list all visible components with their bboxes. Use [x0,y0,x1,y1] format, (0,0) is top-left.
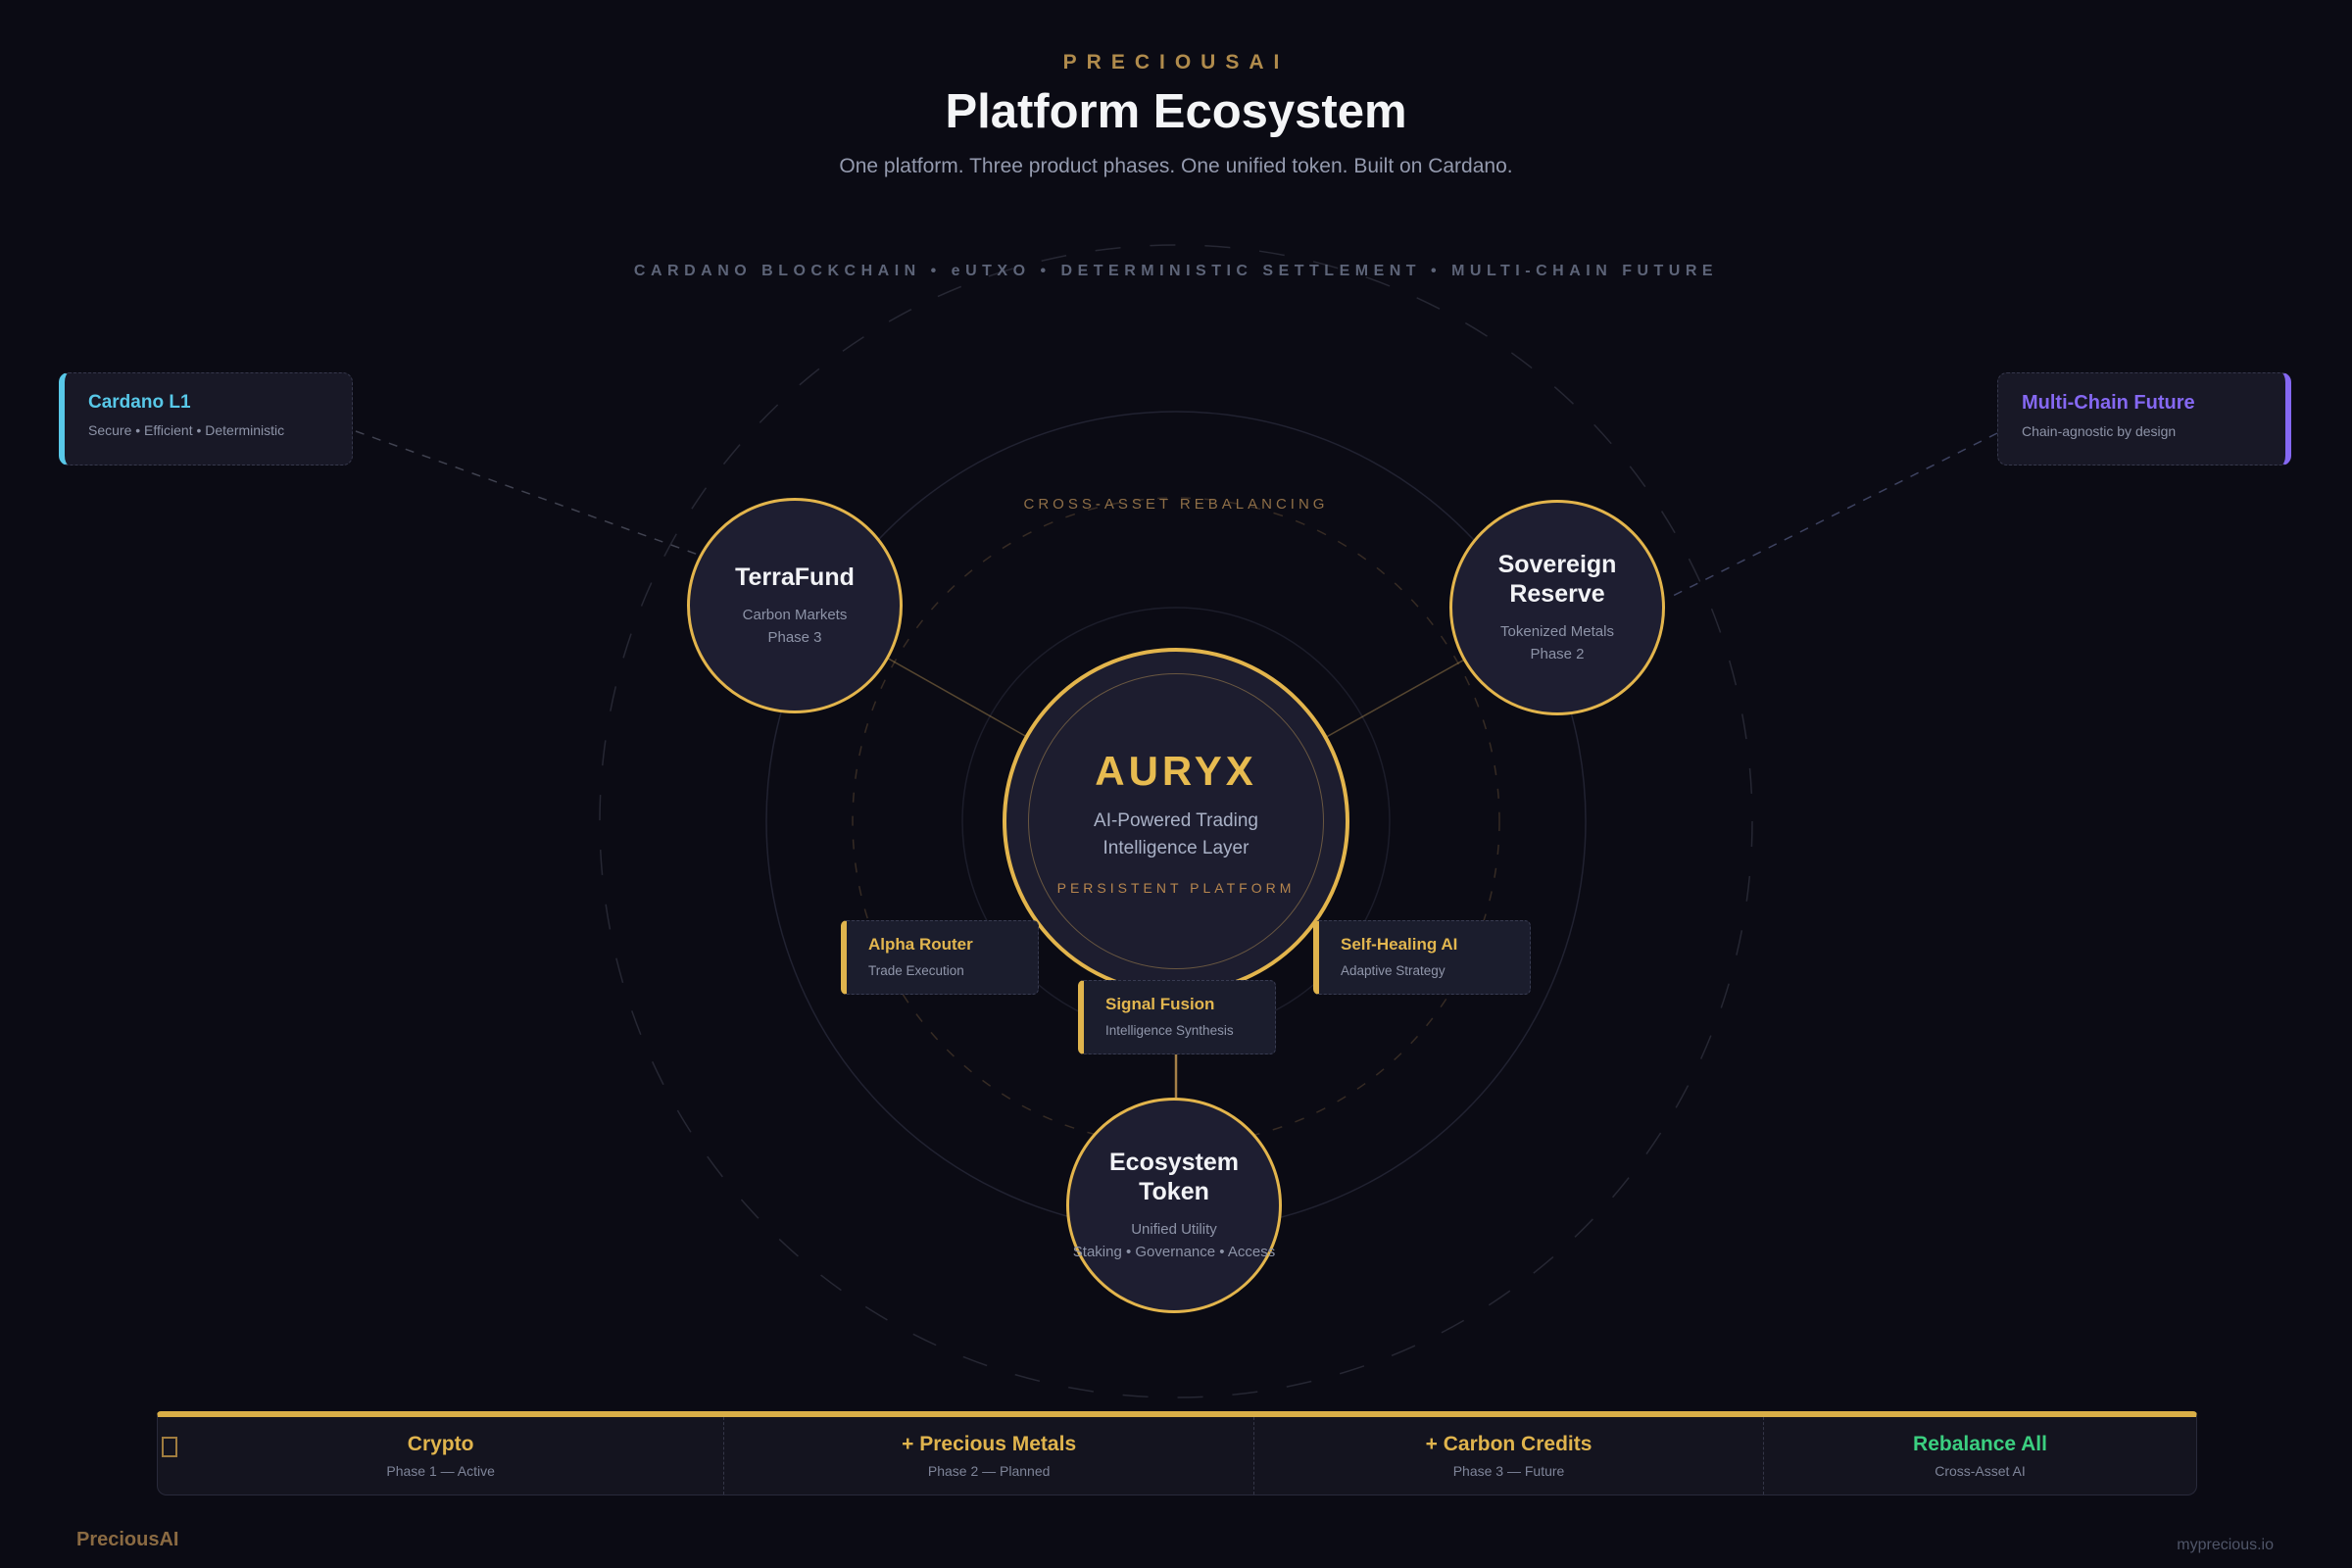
cardano-l1-title: Cardano L1 [88,392,328,414]
phase-crypto[interactable]: Crypto Phase 1 — Active [158,1417,724,1494]
self-healing-ai-title: Self-Healing AI [1341,935,1530,955]
alpha-router-card[interactable]: Alpha Router Trade Execution [841,920,1039,995]
page-subtitle: One platform. Three product phases. One … [0,155,2352,178]
phase-rebalance-all-status: Cross-Asset AI [1935,1463,2026,1479]
auryx-name: AURYX [1095,748,1256,795]
sovereign-reserve-name: Sovereign Reserve [1477,550,1639,610]
phase-crypto-status: Phase 1 — Active [386,1463,495,1479]
self-healing-ai-card[interactable]: Self-Healing AI Adaptive Strategy [1313,920,1531,995]
phase-precious-metals-status: Phase 2 — Planned [928,1463,1051,1479]
connector-cardano-terrafund [356,431,704,557]
ecosystem-token-name: Ecosystem Token [1094,1148,1255,1207]
brand-label: PRECIOUSAI [0,51,2352,74]
signal-fusion-subtitle: Intelligence Synthesis [1105,1023,1275,1038]
phase-precious-metals-label: + Precious Metals [902,1433,1076,1456]
platform-ecosystem-diagram: PRECIOUSAI Platform Ecosystem One platfo… [0,0,2352,1568]
phase-carbon-credits-status: Phase 3 — Future [1453,1463,1565,1479]
alpha-router-subtitle: Trade Execution [868,963,1038,978]
auryx-center-node[interactable]: AURYX AI-Powered Trading Intelligence La… [1003,648,1349,995]
terrafund-sub: Carbon Markets Phase 3 [743,604,848,650]
phase-rebalance-all-label: Rebalance All [1913,1433,2047,1456]
cardano-l1-subtitle: Secure • Efficient • Deterministic [88,422,328,438]
terrafund-node[interactable]: TerraFund Carbon Markets Phase 3 [687,498,903,713]
blockchain-tagline: CARDANO BLOCKCHAIN • eUTXO • DETERMINIST… [0,263,2352,280]
alpha-router-title: Alpha Router [868,935,1038,955]
auryx-description: AI-Powered Trading Intelligence Layer [1094,808,1258,863]
ecosystem-token-node[interactable]: Ecosystem Token Unified Utility Staking … [1066,1098,1282,1313]
footer-site: myprecious.io [2177,1537,2274,1554]
phase-carbon-credits[interactable]: + Carbon Credits Phase 3 — Future [1254,1417,1764,1494]
persistent-platform-badge: PERSISTENT PLATFORM [1057,880,1296,896]
page-title: Platform Ecosystem [0,84,2352,139]
cardano-l1-card[interactable]: Cardano L1 Secure • Efficient • Determin… [59,372,353,466]
sovereign-reserve-node[interactable]: Sovereign Reserve Tokenized Metals Phase… [1449,500,1665,715]
phase-timeline-bar: Crypto Phase 1 — Active + Precious Metal… [157,1411,2197,1495]
multichain-future-card[interactable]: Multi-Chain Future Chain-agnostic by des… [1997,372,2291,466]
footer-brand: PreciousAI [76,1529,178,1551]
sovereign-reserve-sub: Tokenized Metals Phase 2 [1500,620,1614,666]
terrafund-name: TerraFund [735,563,855,593]
ecosystem-token-sub: Unified Utility Staking • Governance • A… [1073,1218,1275,1264]
self-healing-ai-subtitle: Adaptive Strategy [1341,963,1530,978]
multichain-future-title: Multi-Chain Future [2022,392,2262,415]
signal-fusion-card[interactable]: Signal Fusion Intelligence Synthesis [1078,980,1276,1054]
phase-carbon-credits-label: + Carbon Credits [1426,1433,1592,1456]
connector-multichain-sovereign [1669,433,1997,598]
phase-crypto-label: Crypto [408,1433,474,1456]
signal-fusion-title: Signal Fusion [1105,995,1275,1014]
cross-asset-rebalancing-label: CROSS-ASSET REBALANCING [0,496,2352,513]
phase-rebalance-all[interactable]: Rebalance All Cross-Asset AI [1764,1417,2196,1494]
multichain-future-subtitle: Chain-agnostic by design [2022,423,2262,439]
phase-precious-metals[interactable]: + Precious Metals Phase 2 — Planned [724,1417,1254,1494]
placeholder-glyph-icon [162,1437,177,1457]
